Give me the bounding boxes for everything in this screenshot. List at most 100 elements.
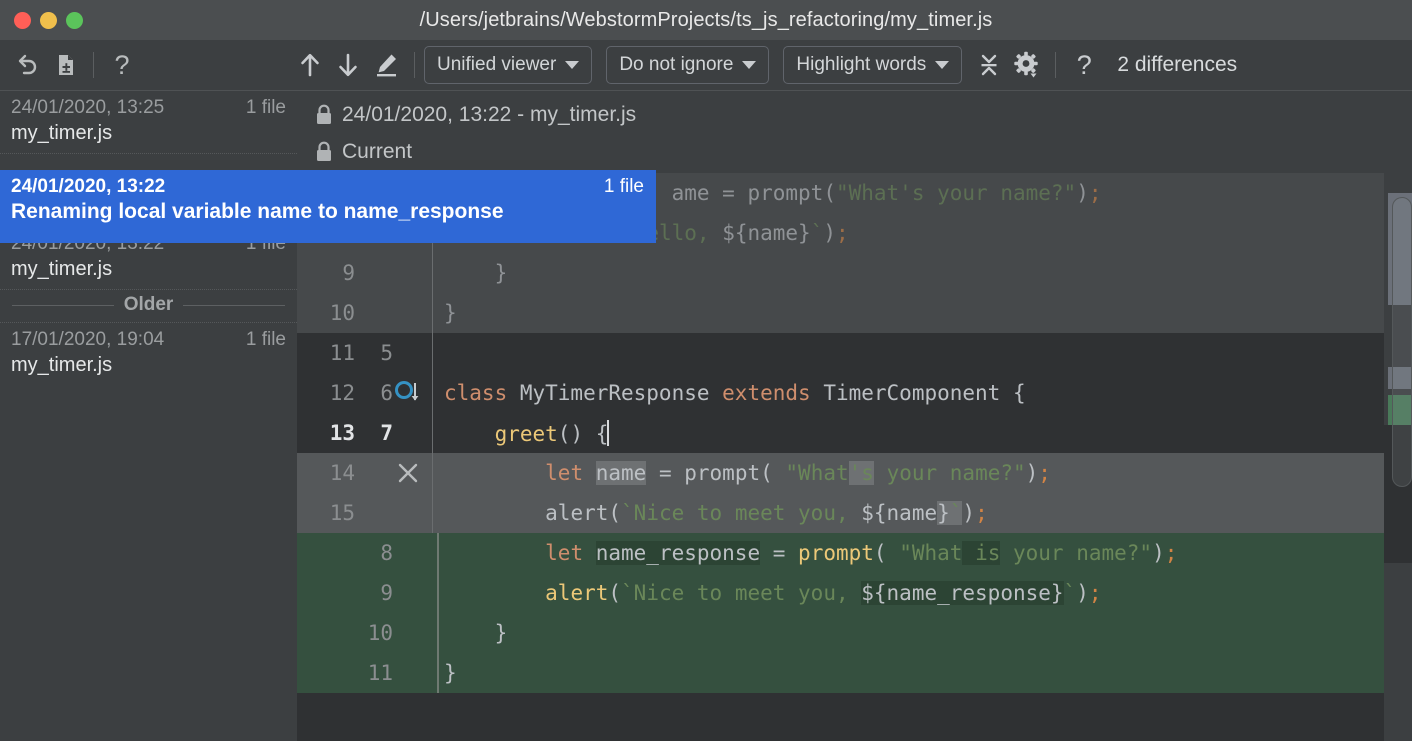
code-text: } — [433, 661, 1412, 685]
line-number-gutter: 10 — [297, 293, 433, 333]
next-difference-button[interactable] — [329, 46, 367, 84]
line-number-old: 11 — [329, 341, 355, 365]
code-token: ; — [975, 501, 988, 525]
separator-line-right — [183, 304, 285, 306]
arrow-up-icon — [301, 53, 319, 77]
viewer-mode-dropdown[interactable]: Unified viewer — [424, 46, 593, 84]
edit-source-button[interactable] — [367, 46, 405, 84]
unified-diff-editor[interactable]: ame = prompt("What's your name?");8 aler… — [297, 173, 1412, 741]
diff-window: /Users/jetbrains/WebstormProjects/ts_js_… — [0, 0, 1412, 741]
diff-toolbar: ? Unified viewer Do not ignore Highlight… — [0, 40, 1412, 90]
revert-button[interactable] — [8, 46, 46, 84]
help-icon: ? — [1076, 49, 1092, 80]
gutter-divider — [432, 613, 433, 653]
code-token: ; — [836, 221, 849, 245]
code-token: name — [595, 461, 647, 485]
code-token: ; — [1164, 541, 1178, 565]
revision-group-separator: Older — [0, 290, 297, 323]
scrollbar-thumb[interactable] — [1392, 197, 1412, 487]
added-line-marker — [437, 573, 439, 613]
help-button[interactable]: ? — [1065, 46, 1103, 84]
line-number-gutter: 11 5 — [297, 333, 433, 373]
window-title: /Users/jetbrains/WebstormProjects/ts_js_… — [419, 8, 993, 31]
chevron-down-icon — [935, 61, 950, 69]
line-number-new: 6 — [380, 381, 393, 405]
revision-files: 1 file — [245, 97, 286, 118]
diff-line[interactable]: 8 let name_response = prompt( "What is y… — [297, 533, 1412, 573]
code-token: ( — [608, 581, 622, 605]
editor-scrollbar[interactable] — [1384, 173, 1412, 741]
line-number-new: 8 — [380, 541, 393, 565]
code-token: ) — [1076, 581, 1089, 605]
previous-difference-button[interactable] — [291, 46, 329, 84]
revision-name: my_timer.js — [11, 122, 113, 144]
code-token: greet — [494, 422, 558, 446]
help-left-button[interactable]: ? — [103, 46, 141, 84]
diff-line[interactable]: 11 5 — [297, 333, 1412, 373]
code-token: ( — [608, 501, 622, 525]
revision-name: my_timer.js — [11, 354, 113, 376]
difference-count-label: 2 differences — [1117, 53, 1238, 76]
collapse-unchanged-button[interactable] — [970, 46, 1008, 84]
line-number-old: 15 — [329, 501, 355, 525]
diff-line[interactable]: 14 let name = prompt( "What's your name?… — [297, 453, 1412, 493]
diff-line[interactable]: 15 alert(`Nice to meet you, ${name}`); — [297, 493, 1412, 533]
code-token: ) — [962, 501, 976, 525]
code-token: ) — [1025, 461, 1039, 485]
line-number-gutter: 15 — [297, 493, 433, 533]
revision-list-item[interactable]: 17/01/2020, 19:04 1 file my_timer.js — [0, 323, 297, 385]
diff-line[interactable]: 9 } — [297, 253, 1412, 293]
minimize-window-button[interactable] — [40, 11, 57, 29]
code-token: ` — [810, 221, 824, 245]
ignore-mode-dropdown[interactable]: Do not ignore — [606, 46, 770, 84]
revision-name: Renaming local variable name to name_res… — [11, 200, 504, 223]
highlight-mode-label: Highlight words — [796, 54, 927, 75]
code-text: let name = prompt( "What's your name?"); — [433, 461, 1412, 485]
line-number-gutter: 12 6 — [297, 373, 433, 413]
revision-list-item[interactable]: 24/01/2020, 13:25 1 file my_timer.js — [0, 91, 297, 154]
code-token: "What — [785, 461, 849, 485]
close-window-button[interactable] — [14, 11, 31, 29]
code-token: ) — [1076, 181, 1089, 205]
line-number-gutter: 9 — [297, 573, 433, 613]
diff-header-right: Current — [315, 133, 1412, 170]
code-token: ${name — [861, 501, 938, 525]
diff-settings-button[interactable] — [1008, 46, 1046, 84]
revision-list-item-selected[interactable]: 24/01/2020, 13:22 1 file Renaming local … — [0, 170, 656, 243]
line-number-new: 10 — [367, 621, 393, 645]
zoom-window-button[interactable] — [66, 11, 83, 29]
added-line-marker — [437, 533, 439, 573]
line-number-old: 12 — [329, 381, 355, 405]
highlight-mode-dropdown[interactable]: Highlight words — [783, 46, 963, 84]
revision-name: my_timer.js — [11, 258, 113, 280]
separator-line-left — [12, 304, 114, 306]
revision-files: 1 file — [245, 329, 286, 350]
line-number-new: 11 — [367, 661, 393, 685]
added-line-marker — [437, 613, 439, 653]
gutter-divider — [432, 493, 433, 533]
code-token: let — [545, 461, 596, 485]
code-text: } — [433, 301, 1412, 325]
diff-line[interactable]: 9 alert(`Nice to meet you, ${name_respon… — [297, 573, 1412, 613]
code-token: } — [444, 261, 508, 285]
diff-line[interactable]: 10} — [297, 293, 1412, 333]
diff-line[interactable]: 12 6 class MyTimerResponse extends TimerCo… — [297, 373, 1412, 413]
create-patch-button[interactable] — [46, 46, 84, 84]
override-method-icon[interactable] — [395, 380, 425, 406]
diff-line[interactable]: 11} — [297, 653, 1412, 693]
diff-header-right-label: Current — [342, 139, 413, 163]
revert-icon — [18, 54, 37, 75]
line-number-gutter: 11 — [297, 653, 433, 693]
title-bar: /Users/jetbrains/WebstormProjects/ts_js_… — [0, 0, 1412, 40]
code-token: ${name_response} — [861, 581, 1064, 605]
code-token: ; — [1088, 181, 1102, 205]
code-token: ( — [823, 181, 836, 205]
remove-icon[interactable] — [395, 460, 425, 486]
revision-group-label: Older — [123, 294, 174, 315]
code-token: } — [937, 501, 950, 525]
pencil-icon — [377, 54, 396, 77]
diff-line[interactable]: 10 } — [297, 613, 1412, 653]
diff-line[interactable]: 13 7 greet() { — [297, 413, 1412, 453]
code-token: ame — [671, 181, 710, 205]
